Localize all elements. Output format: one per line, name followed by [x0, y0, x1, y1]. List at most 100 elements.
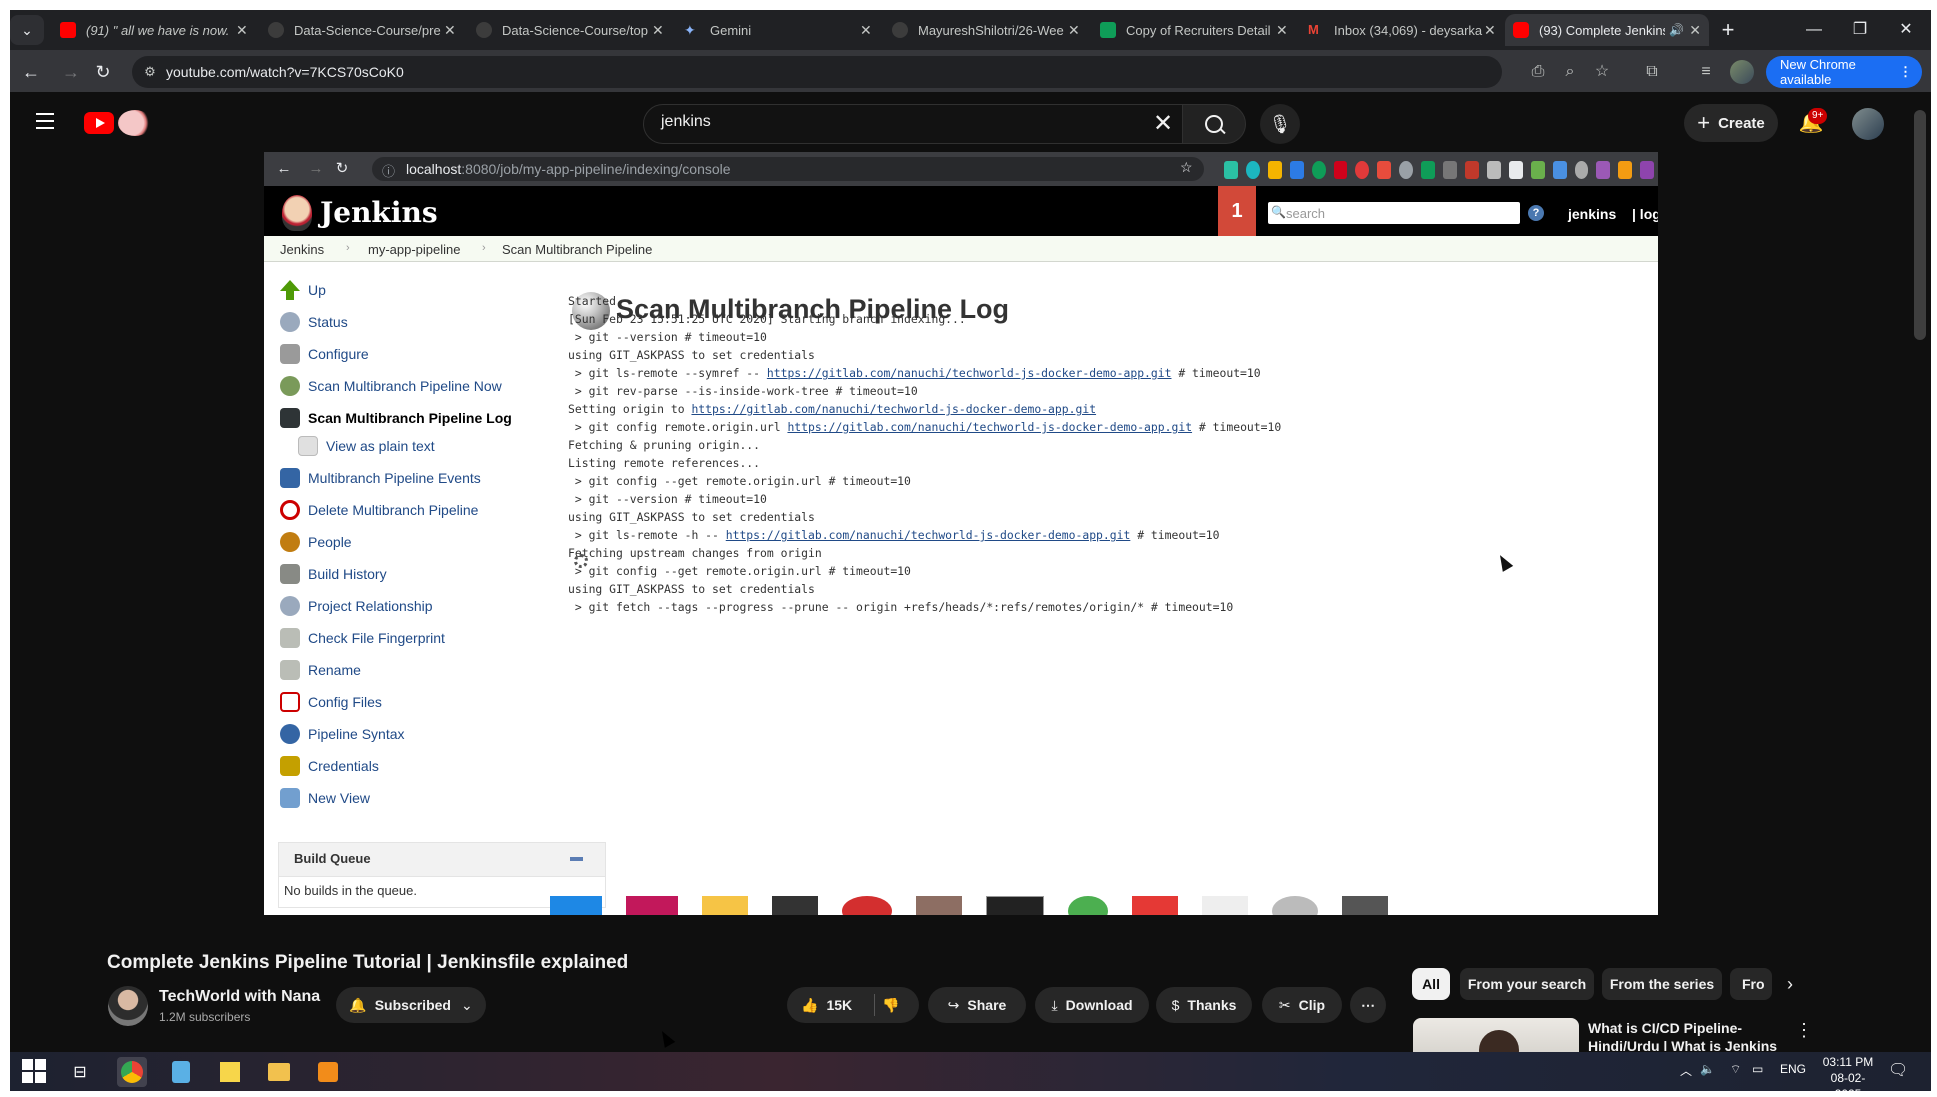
browser-tab-active[interactable]: (93) Complete Jenkins 🔊 ✕ — [1505, 14, 1709, 46]
close-tab-icon[interactable]: ✕ — [236, 22, 248, 39]
close-tab-icon[interactable]: ✕ — [1068, 22, 1080, 39]
download-button[interactable]: ⤓ Download — [1035, 987, 1149, 1023]
page-scrollbar[interactable] — [1914, 110, 1926, 340]
browser-tab[interactable]: MayureshShilotri/26-Wee ✕ — [884, 14, 1084, 46]
tab-search-button[interactable]: ⌄ — [10, 15, 44, 45]
clock[interactable]: 03:11 PM 08-02-2025 — [1818, 1054, 1878, 1097]
chrome-app-icon[interactable] — [117, 1057, 147, 1087]
console-line-text: Fetching upstream changes from origin — [568, 546, 822, 560]
search-input[interactable] — [643, 104, 1200, 144]
notepad-app-icon[interactable] — [166, 1057, 196, 1087]
minimize-button[interactable]: — — [1794, 16, 1834, 44]
like-count[interactable]: 15K — [826, 997, 852, 1013]
account-avatar[interactable] — [1852, 108, 1884, 140]
dislike-icon[interactable]: 👎 — [882, 997, 899, 1014]
task-view-icon[interactable]: ⊟ — [65, 1057, 95, 1087]
browser-tab[interactable]: (91) " all we have is now. ✕ — [52, 14, 252, 46]
more-menu-icon[interactable]: ⋮ — [1899, 64, 1912, 80]
close-tab-icon[interactable]: ✕ — [1484, 22, 1496, 39]
console-line: > git ls-remote --symref -- https://gitl… — [568, 364, 1281, 382]
sidebar-item-pipeline-syntax: Pipeline Syntax — [280, 723, 405, 745]
notification-center-icon[interactable]: 🗨 — [1888, 1060, 1912, 1084]
tab-title: Data-Science-Course/pre — [294, 22, 441, 38]
windows-start-icon[interactable] — [22, 1059, 46, 1083]
wifi-icon[interactable]: ⌔ — [1730, 1062, 1741, 1077]
forward-icon[interactable]: → — [57, 58, 85, 86]
update-chrome-button[interactable]: New Chrome available ⋮ — [1766, 56, 1922, 88]
browser-tab[interactable]: ✦ Gemini ✕ — [676, 14, 876, 46]
clear-search-icon[interactable]: ✕ — [1148, 110, 1178, 138]
install-app-icon[interactable]: ⎙ — [1524, 58, 1552, 86]
document-icon — [298, 436, 318, 456]
video-url-host: localhost — [406, 161, 462, 177]
sticky-notes-app-icon[interactable] — [215, 1057, 245, 1087]
search-button[interactable] — [1182, 104, 1246, 144]
reload-icon[interactable]: ↻ — [89, 58, 117, 86]
like-icon[interactable]: 👍 — [801, 997, 818, 1014]
console-line-text: using GIT_ASKPASS to set credentials — [568, 348, 815, 362]
video-player[interactable]: ← → ↻ ⓘ localhost:8080/job/my-app-pipeli… — [264, 152, 1658, 915]
close-tab-icon[interactable]: ✕ — [860, 22, 872, 39]
restore-button[interactable]: ❐ — [1840, 16, 1880, 44]
site-info-icon[interactable]: ⚙ — [140, 62, 160, 82]
audio-playing-icon[interactable]: 🔊 — [1669, 23, 1684, 37]
tray-overflow-icon[interactable]: ︿ — [1680, 1062, 1692, 1079]
console-line-suffix: # timeout=10 — [1192, 420, 1282, 434]
browser-tab[interactable]: Data-Science-Course/pre ✕ — [260, 14, 460, 46]
close-tab-icon[interactable]: ✕ — [444, 22, 456, 39]
voice-search-icon[interactable]: 🎙 — [1260, 104, 1300, 144]
chip-all[interactable]: All — [1412, 968, 1450, 1000]
chip-partial[interactable]: Fro — [1730, 968, 1772, 1000]
clip-button[interactable]: ✂ Clip — [1262, 987, 1342, 1023]
language-indicator[interactable]: ENG — [1780, 1062, 1806, 1076]
volume-icon[interactable]: 🔈 — [1700, 1062, 1715, 1076]
video-reload-icon: ↻ — [335, 160, 349, 177]
more-options-icon[interactable]: ⋮ — [1794, 1020, 1814, 1044]
new-tab-button[interactable]: + — [1714, 16, 1742, 44]
sidebar-item-status: Status — [280, 311, 348, 333]
channel-avatar[interactable] — [108, 986, 148, 1026]
file-explorer-app-icon[interactable] — [264, 1057, 294, 1087]
address-url[interactable]: youtube.com/watch?v=7KCS70sCoK0 — [166, 62, 404, 82]
close-tab-icon[interactable]: ✕ — [1276, 22, 1288, 39]
cfg-file-icon — [280, 692, 300, 712]
browser-tab[interactable]: M Inbox (34,069) - deysarka ✕ — [1300, 14, 1500, 46]
browser-tab[interactable]: Data-Science-Course/top ✕ — [468, 14, 668, 46]
more-actions-icon[interactable]: ⋯ — [1350, 987, 1386, 1023]
zoom-icon[interactable]: ⌕ — [1556, 58, 1584, 86]
media-control-icon[interactable]: ≡ — [1692, 58, 1720, 86]
bookmark-star-icon[interactable]: ☆ — [1588, 58, 1616, 86]
back-icon[interactable]: ← — [17, 58, 45, 86]
chevron-right-icon[interactable]: › — [1778, 972, 1802, 996]
recommended-title[interactable]: What is CI/CD Pipeline- Hindi/Urdu | Wha… — [1588, 1019, 1798, 1051]
console-line: > git config remote.origin.url https://g… — [568, 418, 1281, 436]
share-button[interactable]: ↪ Share — [928, 987, 1026, 1023]
chip-from-search[interactable]: From your search — [1460, 968, 1594, 1000]
browser-tab[interactable]: Copy of Recruiters Detail ✕ — [1092, 14, 1292, 46]
hamburger-menu-icon[interactable] — [30, 108, 60, 138]
chip-from-series[interactable]: From the series — [1602, 968, 1722, 1000]
chrome-profile-avatar[interactable] — [1730, 60, 1754, 84]
close-window-button[interactable]: ✕ — [1886, 16, 1926, 44]
youtube-doodle-icon[interactable] — [118, 110, 152, 136]
youtube-favicon-icon — [1513, 22, 1529, 38]
video-star-icon: ☆ — [1180, 159, 1193, 175]
channel-name[interactable]: TechWorld with Nana — [159, 988, 320, 1006]
extensions-icon[interactable]: ⧉ — [1638, 58, 1666, 86]
like-divider — [874, 994, 875, 1016]
sidebar-item-label: Build History — [308, 566, 387, 582]
search-input-value[interactable]: jenkins — [661, 113, 711, 131]
jenkins-title: Jenkins — [320, 196, 438, 229]
console-line: > git ls-remote -h -- https://gitlab.com… — [568, 526, 1281, 544]
battery-icon[interactable]: ▭ — [1752, 1062, 1763, 1076]
thanks-button[interactable]: $ Thanks — [1156, 987, 1252, 1023]
subscribed-button[interactable]: 🔔 Subscribed ⌄ — [336, 987, 486, 1023]
close-tab-icon[interactable]: ✕ — [1689, 22, 1701, 39]
sublime-app-icon[interactable] — [313, 1057, 343, 1087]
recommended-thumbnail[interactable] — [1413, 1018, 1579, 1052]
console-line: using GIT_ASKPASS to set credentials — [568, 346, 1281, 364]
youtube-logo-icon[interactable] — [84, 112, 114, 134]
create-button[interactable]: + Create — [1684, 104, 1778, 142]
close-tab-icon[interactable]: ✕ — [652, 22, 664, 39]
sidebar-item-label: Scan Multibranch Pipeline Now — [308, 378, 502, 394]
